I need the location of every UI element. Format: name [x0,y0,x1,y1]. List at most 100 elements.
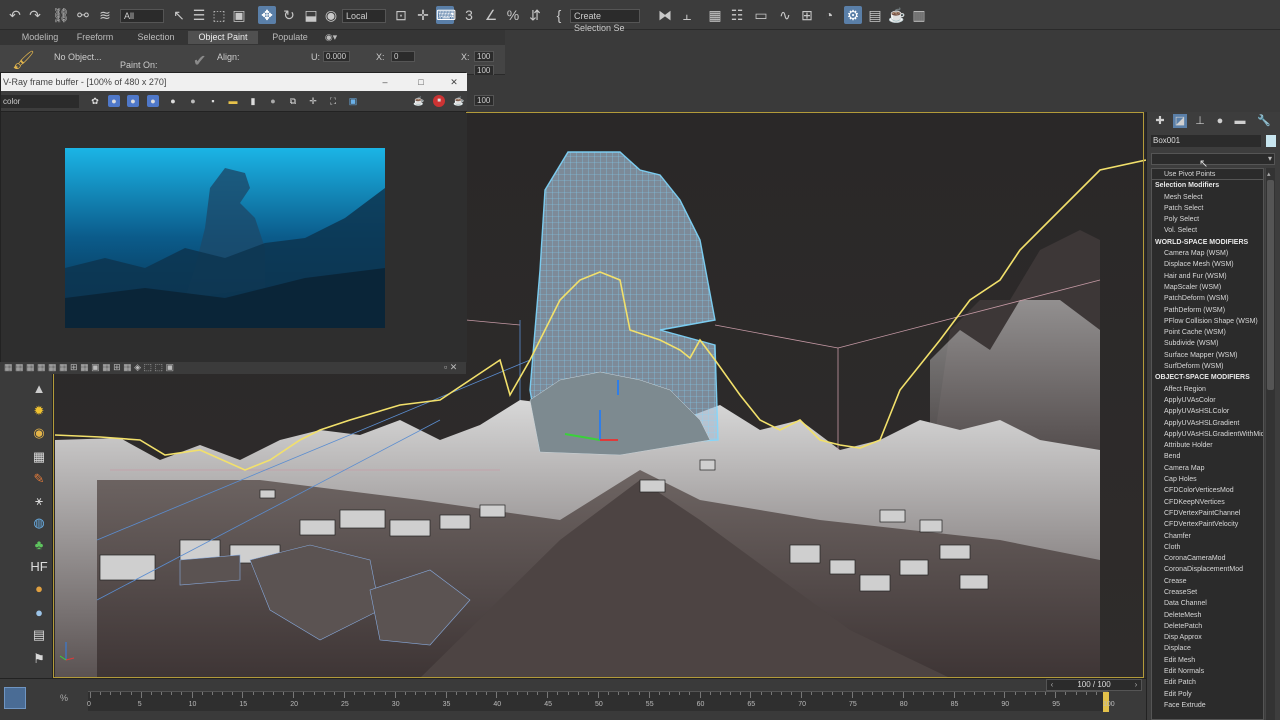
zoom-icon[interactable]: ⛶ [327,95,339,107]
check-icon[interactable]: ✔ [193,51,206,71]
green-channel-icon[interactable]: ● [127,95,139,107]
object-name-field[interactable]: Box001 [1151,135,1261,147]
save-image-icon[interactable]: ▪ [207,95,219,107]
motion-tab-icon[interactable]: ● [1213,114,1227,128]
ref-coord-dropdown[interactable]: Local [342,9,386,23]
list-item[interactable]: DeletePatch [1152,621,1263,632]
vfb-history-icon[interactable]: ▣ [347,95,359,107]
brush-icon[interactable]: ✎ [30,470,48,488]
snaps-toggle-icon[interactable]: 3 [460,6,478,24]
material-editor-icon[interactable]: ◔ [820,6,838,24]
angle-snap-icon[interactable]: ∠ [482,6,500,24]
named-selection-dropdown[interactable]: Create Selection Se [570,9,640,33]
rendered-frame-window-icon[interactable]: ▤ [866,6,884,24]
duplicate-icon[interactable]: ⧉ [287,95,299,107]
load-image-icon[interactable]: ▬ [227,95,239,107]
plant-icon[interactable]: ♣ [30,536,48,554]
sun-icon[interactable]: ✹ [30,402,48,420]
tab-freeform[interactable]: Freeform [68,31,122,44]
select-manipulate-icon[interactable]: ✛ [414,6,432,24]
x-scale-field[interactable]: 100 [474,51,494,62]
track-mouse-icon[interactable]: ✛ [307,95,319,107]
list-item[interactable]: CFDVertexPaintChannel [1152,508,1263,519]
region-icon[interactable]: ● [267,95,279,107]
x-field[interactable]: 0 [391,51,415,62]
unlink-icon[interactable]: ⚯ [74,6,92,24]
cone-icon[interactable]: ▲ [30,380,48,398]
globe-icon[interactable]: ◍ [30,514,48,532]
hierarchy-tab-icon[interactable]: ⊥ [1193,114,1207,128]
selection-filter-dropdown[interactable]: All [120,9,164,23]
curve-editor-icon[interactable]: ∿ [776,6,794,24]
window-crossing-icon[interactable]: ▣ [230,6,248,24]
schematic-view-icon[interactable]: ⊞ [798,6,816,24]
redo-icon[interactable]: ↷ [26,6,44,24]
list-item[interactable]: CFDColorVerticesMod [1152,485,1263,496]
tab-object-paint[interactable]: Object Paint [188,31,258,44]
list-item[interactable]: Data Channel [1152,598,1263,609]
percent-snap-icon[interactable]: % [504,6,522,24]
edit-named-sets-icon[interactable]: { [550,6,568,24]
bind-spacewarp-icon[interactable]: ≋ [96,6,114,24]
list-item[interactable]: Face Extrude [1152,700,1263,711]
object-color-swatch[interactable] [1266,135,1276,147]
list-item[interactable]: Chamfer [1152,531,1263,542]
time-slider[interactable]: ‹ 100 / 100 › [1046,679,1142,691]
select-by-name-icon[interactable]: ☰ [190,6,208,24]
list-item[interactable]: CFDKeepNVertices [1152,497,1263,508]
sphere-icon[interactable]: ● [30,580,48,598]
next-frame-icon[interactable]: › [1131,680,1141,690]
maximize-button[interactable]: □ [414,73,428,91]
list-item[interactable]: Surface Mapper (WSM) [1152,350,1263,361]
list-item[interactable]: Bend [1152,451,1263,462]
use-pivot-points-option[interactable]: Use Pivot Points [1152,169,1263,181]
select-object-icon[interactable]: ↖ [170,6,188,24]
bones-icon[interactable]: ⚹ [30,492,48,510]
tab-populate[interactable]: Populate [262,31,318,44]
render-setup-icon[interactable]: ⚙ [844,6,862,24]
viewport-tools-icons[interactable]: ▦ ▦ ▦ ▦ ▦ ▦ ⊞ ▦ ▣ ▦ ⊞ ▦ ◈ ⬚ ⬚ ▣ [4,362,174,373]
align-icon[interactable]: ⫠ [678,6,696,24]
close-button[interactable]: ✕ [447,73,461,91]
modify-tab-icon[interactable]: ◪ [1173,114,1187,128]
mirror-icon[interactable]: ⧓ [656,6,674,24]
list-item[interactable]: Subdivide (WSM) [1152,338,1263,349]
list-item[interactable]: CoronaDisplacementMod [1152,564,1263,575]
scale-icon[interactable]: ⬓ [302,6,320,24]
list-item[interactable]: ApplyUVAsHSLGradientWithMidp [1152,429,1263,440]
palette-icon[interactable]: ✿ [89,95,101,107]
list-item[interactable]: ApplyUVAsHSLGradient [1152,418,1263,429]
flag-icon[interactable]: ⚑ [30,650,48,668]
scene-explorer-icon[interactable]: ▦ [706,6,724,24]
list-item[interactable]: Cap Holes [1152,474,1263,485]
move-icon[interactable]: ✥ [258,6,276,24]
disc-icon[interactable]: ◉ [30,424,48,442]
blue-channel-icon[interactable]: ● [147,95,159,107]
tab-modeling[interactable]: Modeling [12,31,68,44]
pivot-center-icon[interactable]: ⊡ [392,6,410,24]
list-item[interactable]: Hair and Fur (WSM) [1152,271,1263,282]
list-item[interactable]: Poly Select [1152,214,1263,225]
list-item[interactable]: Camera Map (WSM) [1152,248,1263,259]
prev-frame-icon[interactable]: ‹ [1047,680,1057,690]
list-item[interactable]: CoronaCameraMod [1152,553,1263,564]
orb-icon[interactable]: ● [30,604,48,622]
layer-explorer-icon[interactable]: ☷ [728,6,746,24]
list-item[interactable]: Edit Mesh [1152,655,1263,666]
z-scale-field[interactable]: 100 [474,95,494,106]
list-item[interactable]: MapScaler (WSM) [1152,282,1263,293]
calendar-icon[interactable]: ▤ [30,626,48,644]
utilities-tab-icon[interactable]: 🔧 [1257,114,1271,128]
list-item[interactable]: Point Cache (WSM) [1152,327,1263,338]
list-item[interactable]: Attribute Holder [1152,440,1263,451]
list-item[interactable]: PFlow Collision Shape (WSM) [1152,316,1263,327]
list-item[interactable]: Crease [1152,576,1263,587]
vfb-image-area[interactable] [1,113,467,363]
minimize-button[interactable]: – [378,73,392,91]
render-teapot-icon[interactable]: ☕ [413,95,425,107]
list-item[interactable]: Displace [1152,643,1263,654]
red-channel-icon[interactable]: ● [108,95,120,107]
list-item[interactable]: Displace Mesh (WSM) [1152,259,1263,270]
list-item[interactable]: ApplyUVAsHSLColor [1152,406,1263,417]
tab-selection[interactable]: Selection [126,31,186,44]
